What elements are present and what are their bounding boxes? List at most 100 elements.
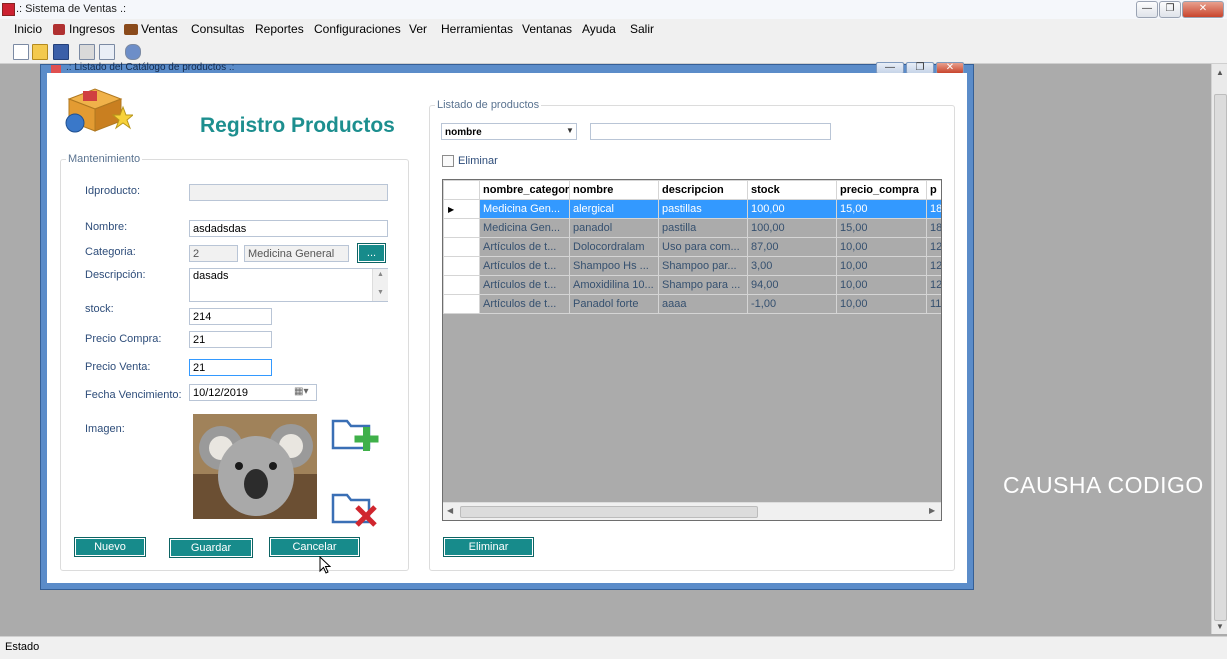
main-vertical-scrollbar[interactable]: ▲ ▼ [1211, 64, 1227, 634]
table-cell[interactable]: 100,00 [747, 199, 837, 219]
table-cell[interactable]: 12 [926, 275, 941, 295]
scroll-thumb[interactable] [460, 506, 758, 518]
table-cell[interactable]: alergical [569, 199, 659, 219]
table-cell[interactable]: pastillas [658, 199, 748, 219]
table-cell[interactable]: Shampo para ... [658, 275, 748, 295]
row-header[interactable]: ▶ [443, 199, 480, 219]
categoria-name-field[interactable]: Medicina General [244, 245, 349, 262]
precio-compra-field[interactable]: 21 [189, 331, 272, 348]
help-icon[interactable] [125, 44, 141, 60]
column-header[interactable]: nombre [569, 180, 659, 200]
menu-herramientas[interactable]: Herramientas [441, 22, 513, 36]
table-row[interactable]: ▶ Medicina Gen... alergical pastillas 100,00… [443, 199, 941, 219]
minimize-button[interactable]: — [1136, 1, 1158, 18]
categoria-id-field[interactable]: 2 [189, 245, 238, 262]
row-header[interactable] [443, 294, 480, 314]
menu-ventanas[interactable]: Ventanas [522, 22, 572, 36]
table-cell[interactable]: 10,00 [836, 256, 927, 276]
table-cell[interactable]: 10,00 [836, 237, 927, 257]
scroll-up-arrow-icon[interactable]: ▲ [1216, 68, 1224, 77]
table-row[interactable]: Medicina Gen... panadol pastilla 100,00 15,0… [443, 218, 941, 238]
table-cell[interactable]: 10,00 [836, 275, 927, 295]
menu-inicio[interactable]: Inicio [14, 22, 42, 36]
descripcion-scrollbar[interactable]: ▲ ▼ [372, 269, 388, 301]
guardar-button[interactable]: Guardar [169, 538, 253, 558]
categoria-browse-button[interactable]: ... [357, 243, 386, 263]
menu-ventas[interactable]: Ventas [141, 22, 178, 36]
scroll-up-arrow-icon[interactable]: ▲ [377, 271, 384, 278]
menu-consultas[interactable]: Consultas [191, 22, 244, 36]
open-folder-icon[interactable] [32, 44, 48, 60]
scroll-right-arrow-icon[interactable]: ▶ [929, 506, 935, 515]
table-cell[interactable]: 94,00 [747, 275, 837, 295]
table-cell[interactable]: 87,00 [747, 237, 837, 257]
chevron-down-icon[interactable]: ▼ [566, 126, 574, 135]
table-cell[interactable]: 100,00 [747, 218, 837, 238]
table-cell[interactable]: Panadol forte [569, 294, 659, 314]
print-preview-icon[interactable] [99, 44, 115, 60]
nombre-field[interactable]: asdadsdas [189, 220, 388, 237]
table-cell[interactable]: Shampoo Hs ... [569, 256, 659, 276]
eliminar-checkbox[interactable] [442, 155, 454, 167]
search-field-select[interactable]: nombre [441, 123, 577, 140]
print-icon[interactable] [79, 44, 95, 60]
table-cell[interactable]: 3,00 [747, 256, 837, 276]
restore-button[interactable]: ❐ [1159, 1, 1181, 18]
table-cell[interactable]: Artículos de t... [479, 256, 570, 276]
new-file-icon[interactable] [13, 44, 29, 60]
column-header[interactable]: nombre_categor [479, 180, 570, 200]
close-button[interactable]: ✕ [1182, 1, 1224, 18]
grid-horizontal-scrollbar[interactable]: ◀ ▶ [443, 502, 941, 520]
table-cell[interactable]: 18 [926, 199, 941, 219]
table-cell[interactable]: Artículos de t... [479, 237, 570, 257]
column-header[interactable]: p [926, 180, 941, 200]
table-cell[interactable]: -1,00 [747, 294, 837, 314]
column-header[interactable]: stock [747, 180, 837, 200]
search-input[interactable] [590, 123, 831, 140]
column-header[interactable]: descripcion [658, 180, 748, 200]
table-cell[interactable]: aaaa [658, 294, 748, 314]
table-cell[interactable]: 10,00 [836, 294, 927, 314]
row-header[interactable] [443, 237, 480, 257]
table-cell[interactable]: pastilla [658, 218, 748, 238]
table-row[interactable]: Artículos de t... Shampoo Hs ... Shampoo p… [443, 256, 941, 276]
add-image-icon[interactable] [329, 411, 387, 455]
table-cell[interactable]: Dolocordralam [569, 237, 659, 257]
scroll-left-arrow-icon[interactable]: ◀ [447, 506, 453, 515]
table-cell[interactable]: 18 [926, 218, 941, 238]
table-row[interactable]: Artículos de t... Dolocordralam Uso para c… [443, 237, 941, 257]
idproducto-field[interactable] [189, 184, 388, 201]
table-cell[interactable]: panadol [569, 218, 659, 238]
table-cell[interactable]: 15,00 [836, 218, 927, 238]
row-header[interactable] [443, 256, 480, 276]
remove-image-icon[interactable] [329, 485, 387, 529]
menu-ingresos[interactable]: Ingresos [69, 22, 115, 36]
calendar-dropdown-icon[interactable]: ▦▾ [294, 386, 308, 397]
eliminar-button[interactable]: Eliminar [443, 537, 534, 557]
table-row[interactable]: Artículos de t... Amoxidilina 10... Shampo… [443, 275, 941, 295]
table-cell[interactable]: Artículos de t... [479, 294, 570, 314]
table-cell[interactable]: Artículos de t... [479, 275, 570, 295]
table-cell[interactable]: 15,00 [836, 199, 927, 219]
menu-configuraciones[interactable]: Configuraciones [314, 22, 401, 36]
table-cell[interactable]: Medicina Gen... [479, 218, 570, 238]
table-cell[interactable]: 12 [926, 237, 941, 257]
menu-ayuda[interactable]: Ayuda [582, 22, 616, 36]
scroll-thumb[interactable] [1214, 94, 1227, 621]
scroll-down-arrow-icon[interactable]: ▼ [1216, 622, 1224, 631]
descripcion-field[interactable]: dasads [189, 268, 388, 302]
menu-salir[interactable]: Salir [630, 22, 654, 36]
table-cell[interactable]: 12 [926, 256, 941, 276]
row-header[interactable] [443, 275, 480, 295]
table-cell[interactable]: Shampoo par... [658, 256, 748, 276]
table-cell[interactable]: Amoxidilina 10... [569, 275, 659, 295]
table-row[interactable]: Artículos de t... Panadol forte aaaa -1,00 1… [443, 294, 941, 314]
column-header[interactable]: precio_compra [836, 180, 927, 200]
precio-venta-field[interactable]: 21 [189, 359, 272, 376]
table-cell[interactable]: Medicina Gen... [479, 199, 570, 219]
stock-field[interactable]: 214 [189, 308, 272, 325]
table-cell[interactable]: 11 [926, 294, 941, 314]
menu-ver[interactable]: Ver [409, 22, 427, 36]
table-cell[interactable]: Uso para com... [658, 237, 748, 257]
cancelar-button[interactable]: Cancelar [269, 537, 360, 557]
